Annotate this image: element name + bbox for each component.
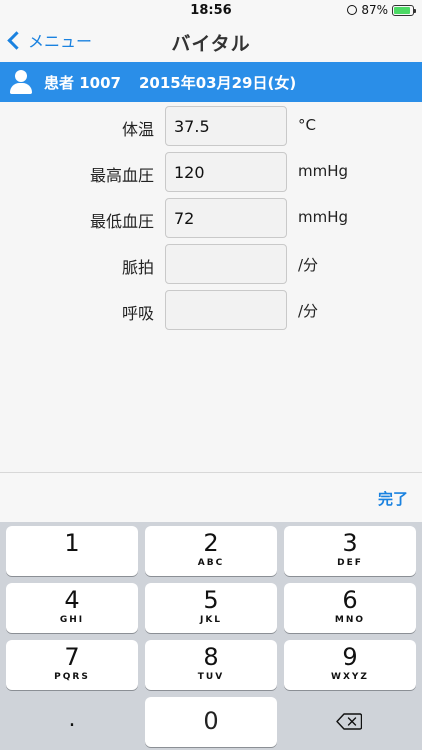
- vital-row-respiration: 呼吸 /分: [0, 290, 422, 330]
- key-letters: TUV: [197, 672, 225, 682]
- battery-icon: [392, 4, 416, 16]
- key-6[interactable]: 6 MNO: [284, 583, 416, 633]
- status-right: 87%: [347, 3, 416, 17]
- vital-row-diastolic: 最低血圧 mmHg: [0, 198, 422, 238]
- key-letters: MNO: [334, 615, 366, 625]
- key-letters: GHI: [59, 615, 85, 625]
- key-8[interactable]: 8 TUV: [145, 640, 277, 690]
- key-number: 5: [203, 586, 219, 614]
- delete-key[interactable]: [284, 697, 416, 747]
- systolic-input[interactable]: [165, 152, 287, 192]
- key-number: 3: [342, 529, 358, 557]
- key-2[interactable]: 2 ABC: [145, 526, 277, 576]
- vital-row-temperature: 体温 °C: [0, 106, 422, 146]
- patient-name: 患者 1007: [44, 73, 121, 92]
- user-icon: [8, 69, 34, 95]
- respiration-input[interactable]: [165, 290, 287, 330]
- temperature-input[interactable]: [165, 106, 287, 146]
- key-7[interactable]: 7 PQRS: [6, 640, 138, 690]
- keyboard-toolbar: 完了: [0, 472, 422, 523]
- vital-label: 最高血圧: [89, 166, 154, 185]
- nav-bar: メニュー バイタル: [0, 22, 422, 60]
- key-number: 1: [64, 529, 80, 557]
- done-button[interactable]: 完了: [378, 488, 408, 509]
- key-number: 7: [64, 643, 80, 671]
- vital-unit: /分: [298, 302, 319, 320]
- vital-label: 脈拍: [121, 258, 154, 277]
- key-decimal-label: .: [68, 707, 76, 732]
- diastolic-input[interactable]: [165, 198, 287, 238]
- vital-row-pulse: 脈拍 /分: [0, 244, 422, 284]
- pulse-input[interactable]: [165, 244, 287, 284]
- key-9[interactable]: 9 WXYZ: [284, 640, 416, 690]
- key-number: 8: [203, 643, 219, 671]
- key-3[interactable]: 3 DEF: [284, 526, 416, 576]
- key-0[interactable]: 0: [145, 697, 277, 747]
- key-letters: WXYZ: [331, 672, 369, 682]
- orientation-lock-icon: [347, 5, 358, 15]
- key-decimal[interactable]: .: [6, 697, 138, 747]
- vital-label: 体温: [121, 120, 154, 139]
- vitals-form: 体温 °C 最高血圧 mmHg 最低血圧 mmHg 脈拍 /分 呼吸 /分: [0, 102, 422, 472]
- key-number: 9: [342, 643, 358, 671]
- vital-row-systolic: 最高血圧 mmHg: [0, 152, 422, 192]
- key-5[interactable]: 5 JKL: [145, 583, 277, 633]
- vital-label: 最低血圧: [89, 212, 154, 231]
- key-4[interactable]: 4 GHI: [6, 583, 138, 633]
- key-letters: PQRS: [54, 672, 90, 682]
- status-bar: 18:56 87%: [0, 0, 422, 22]
- patient-header: 患者 1007 2015年03月29日(女): [0, 62, 422, 102]
- key-letters: ABC: [197, 558, 225, 568]
- backspace-icon: [336, 713, 362, 730]
- vital-label: 呼吸: [121, 304, 154, 323]
- key-number: 0: [203, 707, 219, 735]
- vital-unit: °C: [298, 116, 316, 134]
- vital-unit: mmHg: [298, 162, 349, 180]
- key-letters: DEF: [337, 558, 363, 568]
- page-title: バイタル: [171, 33, 251, 55]
- key-number: 4: [64, 586, 80, 614]
- battery-percent: 87%: [361, 3, 388, 17]
- battery-fill: [394, 6, 410, 14]
- battery-tip: [414, 8, 416, 13]
- key-number: 2: [203, 529, 219, 557]
- vital-unit: mmHg: [298, 208, 349, 226]
- key-1[interactable]: 1: [6, 526, 138, 576]
- key-number: 6: [342, 586, 358, 614]
- patient-birthdate: 2015年03月29日(女): [138, 73, 297, 92]
- key-letters: JKL: [199, 615, 223, 625]
- vital-unit: /分: [298, 256, 319, 274]
- number-keypad: 1 2 ABC 3 DEF 4 GHI 5 JKL 6 MNO 7 PQRS 8…: [0, 522, 422, 750]
